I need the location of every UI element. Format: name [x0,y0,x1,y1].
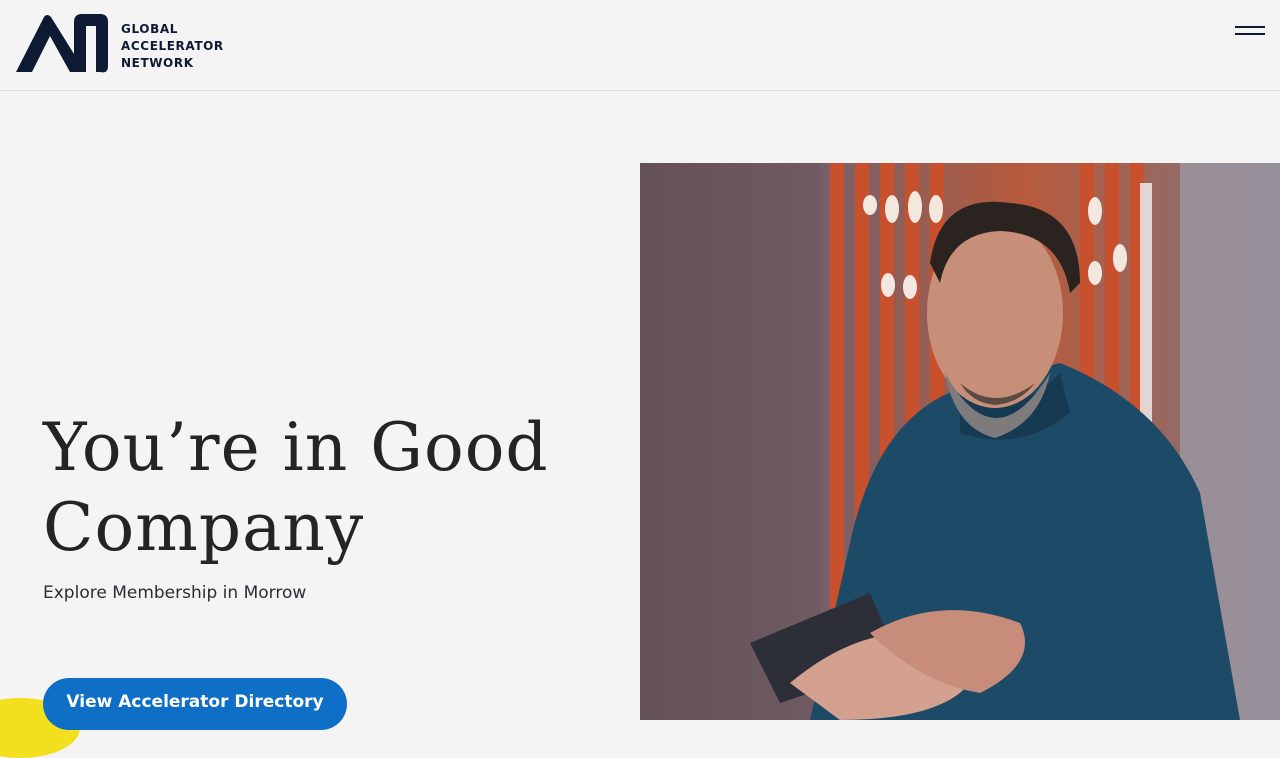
site-header: GLOBAL ACCELERATOR NETWORK [0,0,1280,91]
hero-subtitle: Explore Membership in Morrow [43,583,307,603]
hero-title: You’re in Good Company [43,409,549,566]
hero-photo [640,163,1280,720]
man-using-phone-illustration [640,163,1280,720]
logo-line-1: GLOBAL [121,22,178,36]
logo-m-icon [16,14,108,73]
hamburger-menu-icon[interactable] [1235,22,1265,40]
view-accelerator-directory-button[interactable]: View Accelerator Directory [43,678,347,730]
logo-wordmark: GLOBAL ACCELERATOR NETWORK [121,21,224,72]
logo-line-3: NETWORK [121,56,194,70]
logo-link[interactable]: GLOBAL ACCELERATOR NETWORK [16,14,224,76]
logo-line-2: ACCELERATOR [121,39,224,53]
